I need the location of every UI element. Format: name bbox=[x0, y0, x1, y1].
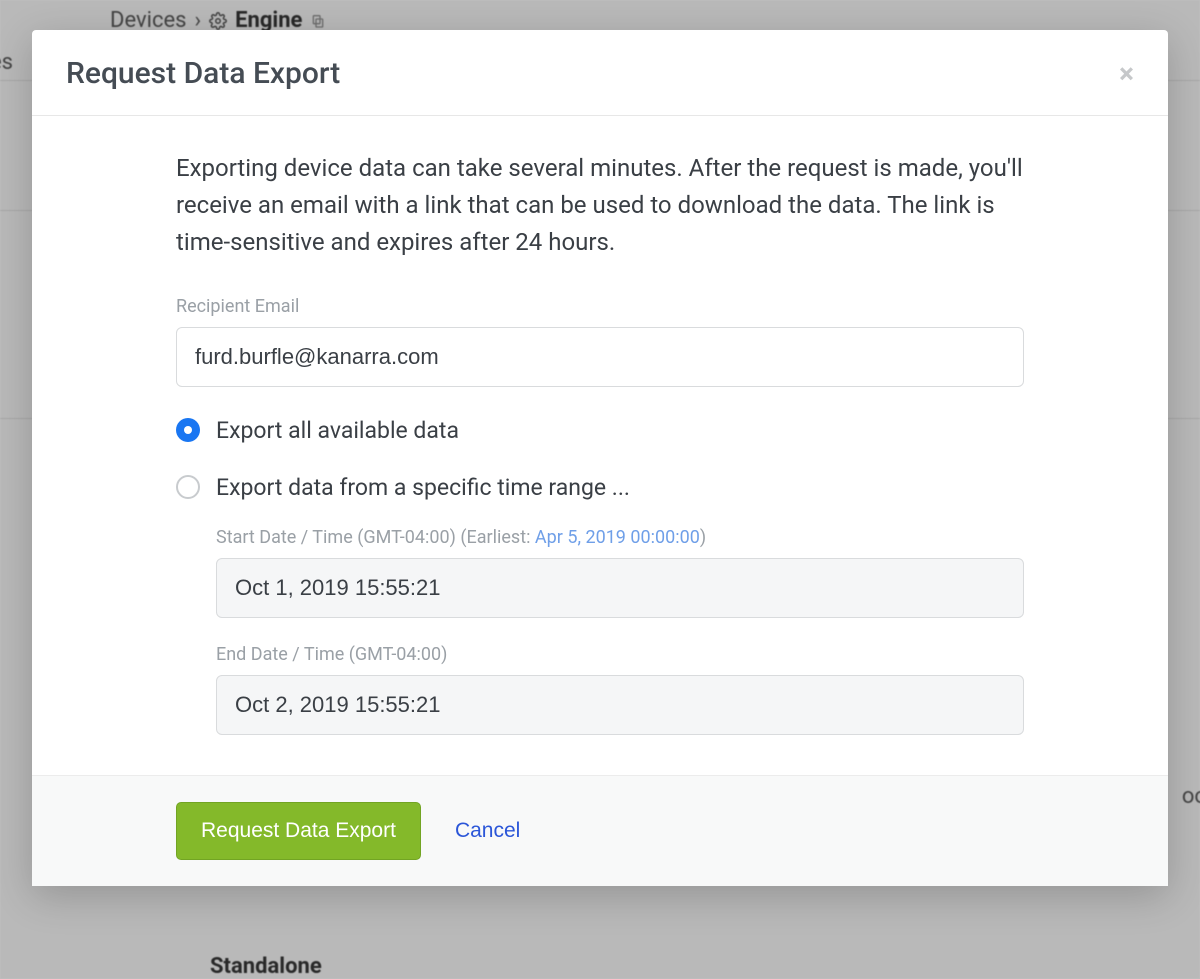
export-range-label: Export data from a specific time range .… bbox=[216, 474, 630, 501]
modal-header: Request Data Export × bbox=[32, 30, 1168, 116]
request-export-button[interactable]: Request Data Export bbox=[176, 802, 421, 860]
modal-title: Request Data Export bbox=[66, 56, 340, 91]
start-date-label: Start Date / Time (GMT-04:00) (Earliest:… bbox=[216, 527, 1024, 548]
export-all-radio-row[interactable]: Export all available data bbox=[176, 417, 1024, 444]
recipient-email-input[interactable] bbox=[176, 327, 1024, 387]
request-data-export-modal: Request Data Export × Exporting device d… bbox=[32, 30, 1168, 886]
modal-footer: Request Data Export Cancel bbox=[32, 775, 1168, 886]
start-date-label-suffix: ) bbox=[700, 527, 706, 548]
end-date-input[interactable] bbox=[216, 675, 1024, 735]
radio-selected-icon[interactable] bbox=[176, 418, 200, 442]
export-range-radio-row[interactable]: Export data from a specific time range .… bbox=[176, 474, 1024, 501]
start-date-group: Start Date / Time (GMT-04:00) (Earliest:… bbox=[216, 527, 1024, 618]
start-date-label-prefix: Start Date / Time (GMT-04:00) (Earliest: bbox=[216, 527, 535, 548]
earliest-date-link[interactable]: Apr 5, 2019 00:00:00 bbox=[535, 527, 700, 548]
recipient-email-label: Recipient Email bbox=[176, 296, 1024, 317]
export-all-label: Export all available data bbox=[216, 417, 459, 444]
export-description: Exporting device data can take several m… bbox=[176, 150, 1024, 262]
radio-unselected-icon[interactable] bbox=[176, 475, 200, 499]
close-icon[interactable]: × bbox=[1119, 60, 1134, 88]
modal-body: Exporting device data can take several m… bbox=[32, 116, 1168, 775]
cancel-button[interactable]: Cancel bbox=[455, 819, 520, 843]
end-date-label: End Date / Time (GMT-04:00) bbox=[216, 644, 1024, 665]
start-date-input[interactable] bbox=[216, 558, 1024, 618]
end-date-group: End Date / Time (GMT-04:00) bbox=[216, 644, 1024, 735]
